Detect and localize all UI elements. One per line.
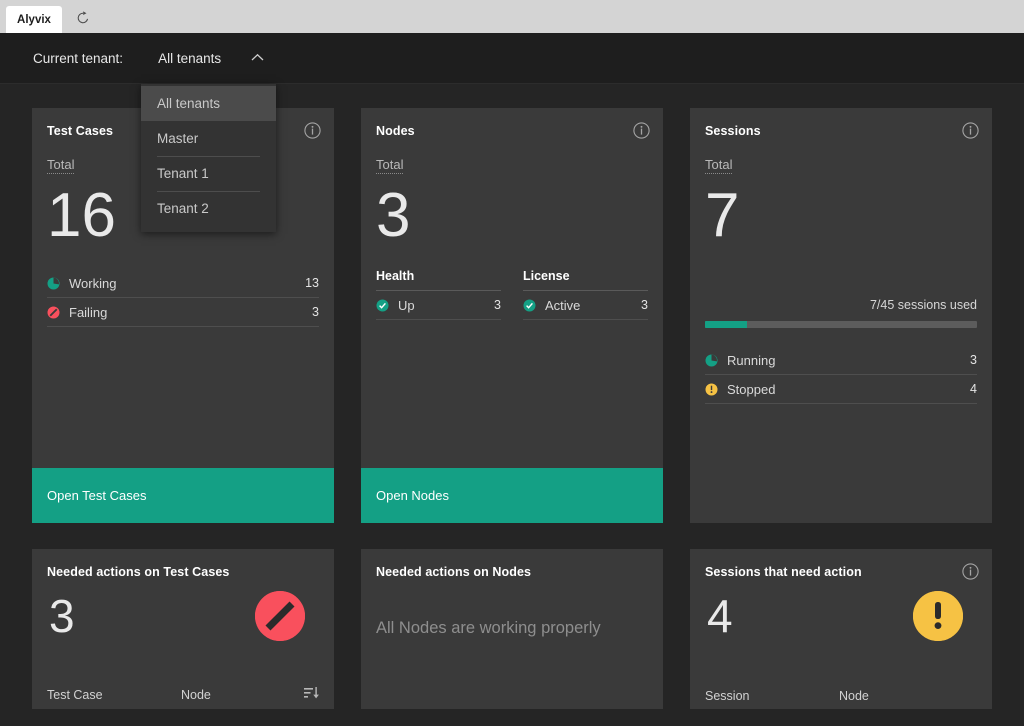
warning-badge-icon (913, 591, 963, 641)
needed-actions-table-header: Test Case Node (47, 686, 319, 703)
chevron-up-icon (251, 49, 264, 67)
tenant-option-master[interactable]: Master (141, 121, 276, 156)
open-test-cases-button[interactable]: Open Test Cases (32, 468, 334, 523)
card-needed-actions-nodes-body: Needed actions on Nodes All Nodes are wo… (361, 549, 663, 709)
stat-row-running: Running 3 (705, 346, 977, 375)
tenant-selector[interactable]: All tenants (158, 49, 264, 67)
card-sessions-need-action-body: Sessions that need action 4 Session Node (690, 549, 992, 709)
tenant-option-tenant-2[interactable]: Tenant 2 (141, 191, 276, 226)
stat-value: 3 (970, 353, 977, 367)
pie-working-icon (47, 277, 69, 290)
tenant-option-label: All tenants (157, 96, 221, 111)
info-icon[interactable] (962, 122, 979, 139)
stat-value: 3 (312, 305, 319, 319)
stat-label: Failing (69, 304, 108, 320)
sessions-action-summary: 4 (705, 590, 977, 642)
browser-chrome: Alyvix (0, 0, 1024, 33)
tenant-option-label: Master (157, 131, 199, 146)
card-needed-actions-test-cases: Needed actions on Test Cases 3 Test Case… (32, 549, 334, 709)
card-needed-actions-nodes: Needed actions on Nodes All Nodes are wo… (361, 549, 663, 709)
sessions-usage-progress-fill (705, 321, 748, 328)
stat-label: Active (545, 297, 581, 313)
stat-label: Up (398, 297, 415, 313)
card-nodes-body: Nodes Total 3 Health Up 3 License Active… (361, 108, 663, 468)
tenant-bar: Current tenant: All tenants (0, 33, 1024, 84)
column-header-session[interactable]: Session (705, 689, 839, 703)
needed-actions-count: 3 (49, 590, 75, 642)
open-nodes-button[interactable]: Open Nodes (361, 468, 663, 523)
stat-label: Stopped (727, 381, 776, 397)
warning-icon (705, 383, 727, 396)
info-icon[interactable] (304, 122, 321, 139)
column-header-test-case[interactable]: Test Case (47, 688, 181, 702)
stat-row-up: Up 3 (376, 291, 501, 320)
tenant-dropdown-menu[interactable]: All tenants Master Tenant 1 Tenant 2 (141, 84, 276, 232)
stat-value: 13 (305, 276, 319, 290)
column-title: License (523, 269, 648, 291)
stat-value: 4 (970, 382, 977, 396)
total-label: Total (376, 157, 404, 174)
column-title: Health (376, 269, 501, 291)
card-sessions-need-action: Sessions that need action 4 Session Node (690, 549, 992, 709)
tenant-option-label: Tenant 1 (157, 166, 209, 181)
stat-row-active: Active 3 (523, 291, 648, 320)
total-label: Total (705, 157, 733, 174)
total-value: 7 (705, 181, 740, 250)
sessions-usage-progressbar (705, 321, 977, 328)
sessions-usage-text: 7/45 sessions used (869, 298, 977, 312)
stat-value: 3 (641, 298, 648, 312)
column-header-node[interactable]: Node (181, 688, 304, 702)
browser-tab-alyvix[interactable]: Alyvix (6, 6, 62, 33)
tenant-option-tenant-1[interactable]: Tenant 1 (141, 156, 276, 191)
check-circle-icon (523, 299, 545, 312)
info-icon[interactable] (633, 122, 650, 139)
pie-running-icon (705, 354, 727, 367)
card-title: Sessions that need action (705, 565, 862, 579)
stat-value: 3 (494, 298, 501, 312)
column-header-node[interactable]: Node (839, 689, 977, 703)
nodes-license-column: License Active 3 (523, 269, 648, 320)
info-icon[interactable] (962, 563, 979, 580)
tenant-option-all-tenants[interactable]: All tenants (141, 86, 276, 121)
stat-row-working: Working 13 (47, 269, 319, 298)
stat-list: Working 13 Failing 3 (47, 269, 319, 327)
stat-row-failing: Failing 3 (47, 298, 319, 327)
total-label: Total (47, 157, 75, 174)
card-title: Needed actions on Nodes (376, 565, 532, 579)
card-title: Nodes (376, 124, 415, 138)
card-sessions-body: Sessions Total 7 7/45 sessions used Runn… (690, 108, 992, 523)
total-value: 3 (376, 181, 411, 250)
needed-actions-summary: 3 (47, 590, 319, 642)
open-nodes-label: Open Nodes (376, 488, 449, 503)
nodes-empty-message: All Nodes are working properly (376, 619, 601, 637)
card-nodes: Nodes Total 3 Health Up 3 License Active… (361, 108, 663, 523)
nodes-health-column: Health Up 3 (376, 269, 501, 320)
tenant-selected-value: All tenants (158, 50, 222, 66)
stat-list: Running 3 Stopped 4 (705, 346, 977, 404)
reload-icon (76, 10, 90, 25)
tenant-label: Current tenant: (33, 50, 124, 66)
stat-label: Working (69, 275, 117, 291)
browser-tab-label: Alyvix (17, 13, 51, 26)
open-test-cases-label: Open Test Cases (47, 488, 147, 503)
stat-label: Running (727, 352, 776, 368)
nodes-subcolumns: Health Up 3 License Active 3 (376, 269, 648, 320)
sessions-action-table-header: Session Node (705, 689, 977, 703)
card-sessions: Sessions Total 7 7/45 sessions used Runn… (690, 108, 992, 523)
card-needed-actions-test-cases-body: Needed actions on Test Cases 3 Test Case… (32, 549, 334, 709)
tenant-option-label: Tenant 2 (157, 201, 209, 216)
reload-button[interactable] (70, 4, 96, 31)
sort-descending-icon[interactable] (304, 686, 319, 703)
sessions-action-count: 4 (707, 590, 733, 642)
blocked-icon (47, 306, 69, 319)
blocked-badge-icon (255, 591, 305, 641)
card-title: Sessions (705, 124, 761, 138)
card-title: Needed actions on Test Cases (47, 565, 230, 579)
check-circle-icon (376, 299, 398, 312)
stat-row-stopped: Stopped 4 (705, 375, 977, 404)
